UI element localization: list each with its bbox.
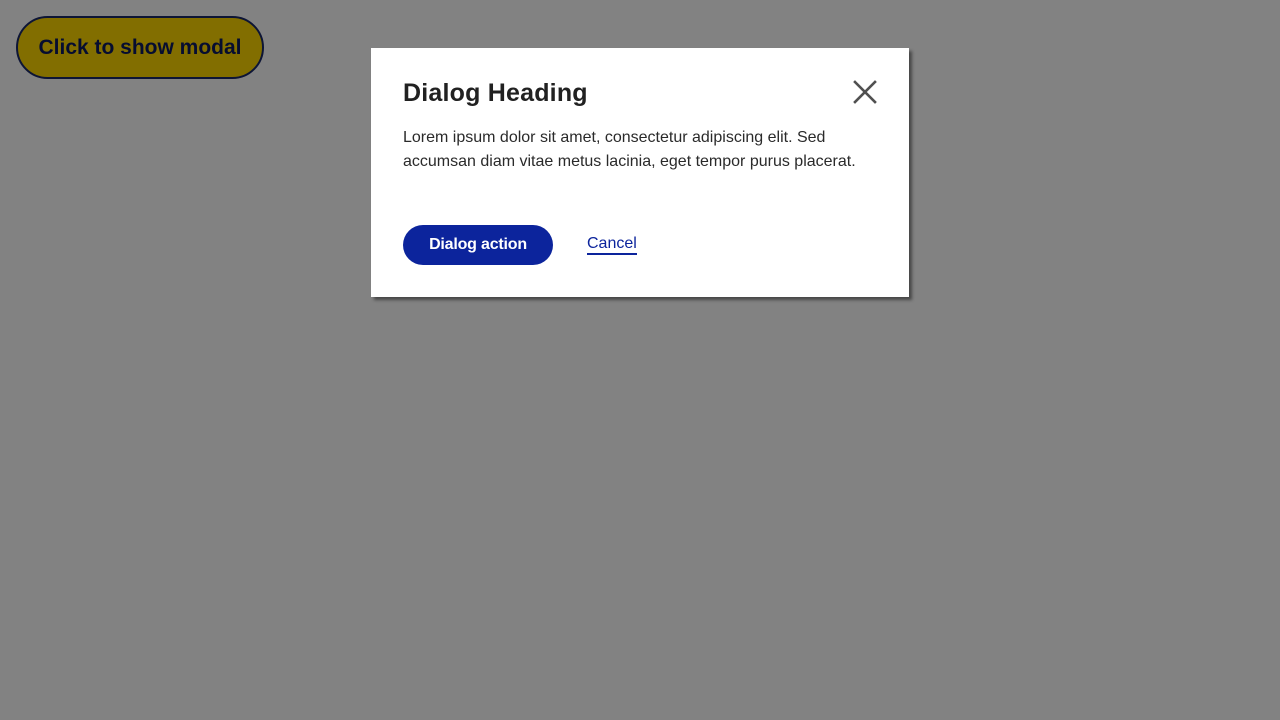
dialog-body-text: Lorem ipsum dolor sit amet, consectetur … xyxy=(403,129,856,170)
cancel-link[interactable]: Cancel xyxy=(587,235,637,255)
dialog-action-button[interactable]: Dialog action xyxy=(403,225,553,265)
dialog: Dialog Heading Lorem ipsum dolor sit ame… xyxy=(371,48,909,297)
close-icon xyxy=(853,80,877,104)
dialog-actions: Dialog action Cancel xyxy=(403,225,637,265)
dialog-heading: Dialog Heading xyxy=(403,79,588,107)
close-button[interactable] xyxy=(851,78,879,106)
